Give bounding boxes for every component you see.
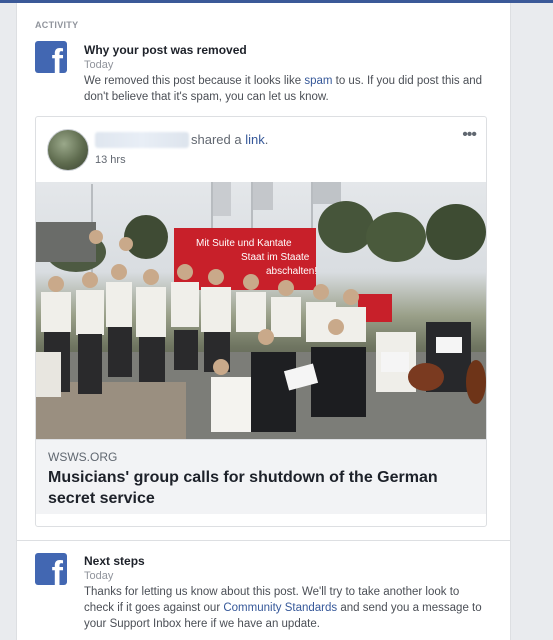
notification-time: Today <box>84 570 114 582</box>
avatar[interactable] <box>47 129 89 171</box>
community-standards-link[interactable]: Community Standards <box>223 602 337 614</box>
more-options-icon[interactable]: ••• <box>462 126 477 144</box>
section-label: ACTIVITY <box>35 20 79 30</box>
photo-illustration: Mit Suite und Kantate Staat im Staate ab… <box>36 182 486 439</box>
banner-line-1: Mit Suite und Kantate <box>196 238 292 249</box>
facebook-logo-icon: f <box>35 553 67 585</box>
support-inbox-panel: ACTIVITY f Why your post was removed Tod… <box>16 3 511 640</box>
notification-time: Today <box>84 59 114 71</box>
link-preview[interactable]: WSWS.ORG Musicians' group calls for shut… <box>36 439 486 514</box>
shared-link[interactable]: link <box>245 132 265 147</box>
banner-line-3: abschalten! <box>266 266 317 277</box>
post-time[interactable]: 13 hrs <box>95 154 126 166</box>
spam-link[interactable]: spam <box>304 75 332 87</box>
link-headline[interactable]: Musicians' group calls for shutdown of t… <box>48 467 468 509</box>
banner-line-2: Staat im Staate <box>241 252 310 263</box>
shared-post-card[interactable]: shared a link. 13 hrs ••• Mit Suite und … <box>35 116 487 527</box>
facebook-logo-icon: f <box>35 41 67 73</box>
post-photo[interactable]: Mit Suite und Kantate Staat im Staate ab… <box>36 182 486 439</box>
notification-title: Next steps <box>84 554 145 568</box>
link-domain: WSWS.ORG <box>48 450 118 464</box>
notification-title: Why your post was removed <box>84 43 247 57</box>
blurred-author-name <box>95 132 189 148</box>
notification-body: We removed this post because it looks li… <box>84 75 483 103</box>
shared-link-text: shared a link. <box>191 132 269 147</box>
notification-body: Thanks for letting us know about this po… <box>84 586 482 630</box>
section-divider <box>17 540 510 541</box>
